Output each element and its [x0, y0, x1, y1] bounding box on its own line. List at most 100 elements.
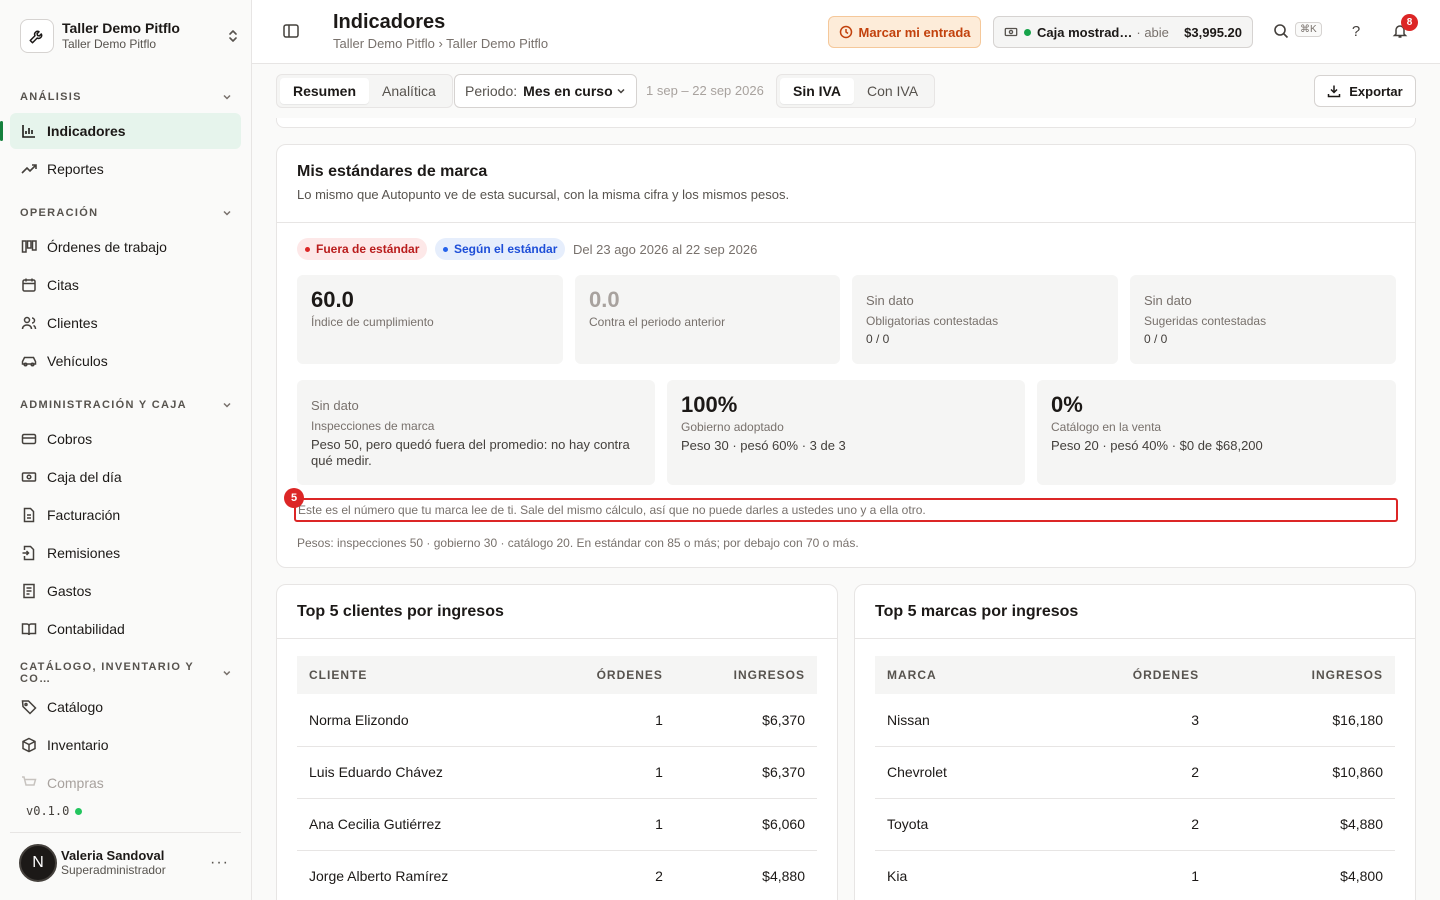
mark-entry-button[interactable]: Marcar mi entrada: [828, 16, 981, 48]
top-brands-card: Top 5 marcas por ingresos MARCA ÓRDENES …: [854, 584, 1416, 900]
status-dot: [75, 807, 83, 815]
workspace-name: Taller Demo Pitflo: [62, 20, 180, 36]
top-clients-card: Top 5 clientes por ingresos CLIENTE ÓRDE…: [276, 584, 838, 900]
tag-icon: [20, 699, 37, 716]
card-subtitle: Lo mismo que Autopunto ve de esta sucurs…: [297, 187, 790, 202]
sidebar-item-indicadores[interactable]: Indicadores: [0, 113, 241, 149]
table-row[interactable]: Kia 1 $4,800: [875, 850, 1395, 900]
table-row[interactable]: Toyota 2 $4,880: [875, 798, 1395, 851]
sidebar-item-gastos[interactable]: Gastos: [10, 573, 241, 609]
cash-register-button[interactable]: Caja mostrad… · abie $3,995.20: [993, 16, 1253, 48]
status-dot: [1024, 28, 1031, 36]
tab-con-iva[interactable]: Con IVA: [854, 78, 931, 104]
sidebar-item-inventario[interactable]: Inventario: [10, 727, 241, 763]
table-row[interactable]: Norma Elizondo 1 $6,370: [297, 694, 817, 747]
table-row[interactable]: Jorge Alberto Ramírez 2 $4,880: [297, 850, 817, 900]
table-row[interactable]: Ana Cecilia Gutiérrez 1 $6,060: [297, 798, 817, 851]
card-title: Top 5 marcas por ingresos: [855, 585, 1415, 639]
sidebar-item-citas[interactable]: Citas: [10, 267, 241, 303]
highlighted-note: Este es el número que tu marca lee de ti…: [294, 498, 1398, 522]
car-icon: [20, 353, 37, 370]
tax-toggle: Sin IVA Con IVA: [776, 74, 936, 108]
section-operacion[interactable]: OPERACIÓN: [20, 205, 232, 221]
wrench-icon: [20, 19, 54, 53]
cash-icon: [20, 469, 37, 486]
period-select[interactable]: Periodo: Mes en curso: [454, 74, 637, 108]
kpi-obligatorias: Sin dato Obligatorias contestadas 0 / 0: [852, 275, 1118, 364]
chevron-down-icon: [617, 88, 625, 94]
search-icon[interactable]: [1272, 22, 1290, 40]
app-version: v0.1.0: [26, 804, 83, 818]
user-role: Superadministrador: [61, 863, 166, 877]
kpi-inspecciones: Sin dato Inspecciones de marca Peso 50, …: [297, 380, 655, 485]
sidebar-item-reportes[interactable]: Reportes: [10, 151, 241, 187]
brand-standards-card: Mis estándares de marca Lo mismo que Aut…: [276, 144, 1416, 568]
table-row[interactable]: Nissan 3 $16,180: [875, 694, 1395, 747]
top-brands-table: MARCA ÓRDENES INGRESOS Nissan 3 $16,180 Ch…: [875, 656, 1395, 900]
shortcut-hint: ⌘K: [1295, 22, 1322, 37]
chevrons-up-down-icon: [226, 26, 240, 46]
sidebar-toggle-icon[interactable]: [282, 22, 300, 40]
help-icon[interactable]: ?: [1347, 22, 1365, 40]
card-title: Mis estándares de marca: [297, 163, 488, 180]
sidebar-item-caja[interactable]: Caja del día: [10, 459, 241, 495]
download-icon: [1328, 85, 1341, 98]
standards-range: Del 23 ago 2026 al 22 sep 2026: [573, 242, 758, 257]
tab-resumen[interactable]: Resumen: [280, 78, 370, 104]
top-header: Indicadores Taller Demo Pitflo › Taller …: [252, 0, 1440, 64]
column-header[interactable]: ÓRDENES: [540, 656, 675, 694]
table-row[interactable]: Luis Eduardo Chávez 1 $6,370: [297, 746, 817, 799]
user-menu[interactable]: N Valeria Sandoval Superadministrador ··…: [10, 832, 241, 892]
chevron-down-icon: [223, 671, 231, 676]
sidebar-item-ordenes[interactable]: Órdenes de trabajo: [10, 229, 241, 265]
kpi-sugeridas: Sin dato Sugeridas contestadas 0 / 0: [1130, 275, 1396, 364]
kpi-gobierno: 100% Gobierno adoptado Peso 30 · pesó 60…: [667, 380, 1025, 485]
kpi-catalogo: 0% Catálogo en la venta Peso 20 · pesó 4…: [1037, 380, 1396, 485]
clock-icon: [839, 25, 852, 39]
more-icon[interactable]: ···: [210, 854, 241, 872]
sidebar: Taller Demo Pitflo Taller Demo Pitflo AN…: [0, 0, 252, 900]
tab-sin-iva[interactable]: Sin IVA: [780, 78, 854, 104]
section-catalogo[interactable]: CATÁLOGO, INVENTARIO Y CO…: [20, 661, 232, 685]
column-header[interactable]: INGRESOS: [1211, 656, 1395, 694]
column-header[interactable]: MARCA: [875, 656, 1037, 694]
sidebar-item-facturacion[interactable]: Facturación: [10, 497, 241, 533]
tab-analitica[interactable]: Analítica: [369, 78, 449, 104]
notification-badge: 8: [1401, 14, 1418, 31]
avatar: N: [19, 843, 57, 882]
table-row[interactable]: Chevrolet 2 $10,860: [875, 746, 1395, 799]
sidebar-item-vehiculos[interactable]: Vehículos: [10, 343, 241, 379]
status-badge-out: Fuera de estándar: [297, 238, 428, 260]
sidebar-item-compras[interactable]: Compras: [10, 765, 241, 801]
column-header[interactable]: CLIENTE: [297, 656, 541, 694]
sidebar-item-cobros[interactable]: Cobros: [10, 421, 241, 457]
file-arrow-icon: [20, 545, 37, 562]
toolbar: Resumen Analítica Periodo: Mes en curso …: [252, 64, 1440, 118]
section-analisis[interactable]: ANÁLISIS: [20, 89, 232, 105]
receipt-icon: [20, 583, 37, 600]
sidebar-item-remisiones[interactable]: Remisiones: [10, 535, 241, 571]
sidebar-item-contabilidad[interactable]: Contabilidad: [10, 611, 241, 647]
chevron-down-icon: [223, 94, 231, 100]
main-content: Indicadores Taller Demo Pitflo › Taller …: [252, 0, 1440, 900]
cash-icon: [1004, 27, 1018, 37]
export-button[interactable]: Exportar: [1314, 75, 1416, 107]
chevron-down-icon: [223, 402, 231, 408]
file-icon: [20, 507, 37, 524]
column-header[interactable]: ÓRDENES: [1036, 656, 1212, 694]
top-clients-table: CLIENTE ÓRDENES INGRESOS Norma Elizondo 1…: [297, 656, 817, 900]
breadcrumb: Taller Demo Pitflo › Taller Demo Pitflo: [333, 36, 549, 51]
sidebar-item-clientes[interactable]: Clientes: [10, 305, 241, 341]
book-icon: [20, 621, 37, 638]
page-title: Indicadores: [333, 11, 446, 33]
section-administracion[interactable]: ADMINISTRACIÓN Y CAJA: [20, 397, 232, 413]
workspace-subtitle: Taller Demo Pitflo: [62, 37, 157, 51]
register-status: · abie: [1136, 24, 1169, 40]
card-title: Top 5 clientes por ingresos: [277, 585, 837, 639]
register-name: Caja mostrad…: [1037, 24, 1133, 40]
workspace-switcher[interactable]: Taller Demo Pitflo Taller Demo Pitflo: [20, 16, 240, 56]
kanban-icon: [20, 239, 37, 256]
users-icon: [20, 315, 37, 332]
sidebar-item-catalogo[interactable]: Catálogo: [10, 689, 241, 725]
column-header[interactable]: INGRESOS: [674, 656, 817, 694]
